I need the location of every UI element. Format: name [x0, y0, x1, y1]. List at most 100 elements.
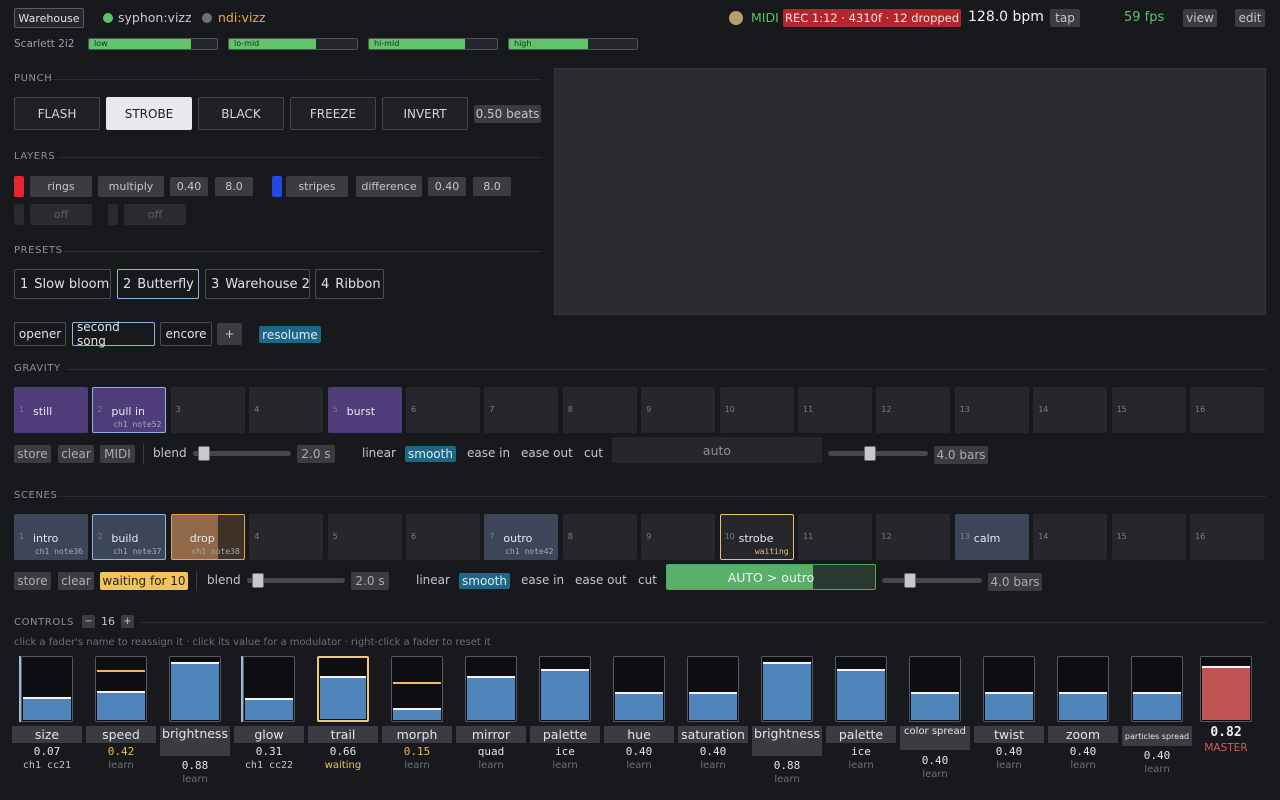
scenes-pad[interactable]: 3 drop ch1 note38 [170, 514, 245, 560]
scenes-pad[interactable]: 6 [406, 514, 480, 560]
gravity-midi-button[interactable]: MIDI [100, 445, 135, 463]
gravity-blend-knob[interactable] [197, 446, 210, 461]
output-target-badge[interactable]: resolume [259, 326, 321, 343]
fader-mapping[interactable]: ch1 cc22 [234, 760, 304, 771]
fader[interactable] [835, 656, 887, 722]
fader[interactable] [909, 656, 961, 722]
gravity-bars-knob[interactable] [863, 446, 876, 461]
gravity-pad[interactable]: 2 pull in ch1 note52 [92, 387, 167, 433]
gravity-curve-smooth[interactable]: smooth [405, 446, 456, 462]
gravity-blend-value[interactable]: 2.0 s [297, 445, 335, 463]
scenes-pad[interactable]: 14 [1033, 514, 1108, 560]
gravity-pad[interactable]: 4 [249, 387, 324, 433]
fader-value[interactable]: ice [826, 745, 896, 758]
layer-opacity-value[interactable]: 0.40 [428, 177, 466, 196]
scenes-pad[interactable]: 7 outro ch1 note42 [484, 514, 559, 560]
layer-speed-value[interactable]: 8.0 [215, 177, 253, 196]
scenes-pad[interactable]: 15 [1111, 514, 1186, 560]
fader-value[interactable]: ice [530, 745, 600, 758]
fader-value[interactable]: 0.31 [234, 745, 304, 758]
tap-button[interactable]: tap [1050, 9, 1080, 27]
fader-mapping[interactable]: learn [160, 774, 230, 785]
scenes-bars-value[interactable]: 4.0 bars [988, 573, 1042, 591]
scenes-pad[interactable]: 4 [249, 514, 324, 560]
scenes-pad[interactable]: 12 [876, 514, 951, 560]
scenes-curve-linear[interactable]: linear [416, 573, 450, 587]
fader[interactable] [21, 656, 73, 722]
fader[interactable] [539, 656, 591, 722]
fader[interactable] [1057, 656, 1109, 722]
rec-status[interactable]: REC 1:12 · 4310f · 12 dropped [783, 9, 961, 27]
fader[interactable] [317, 656, 369, 722]
fader-mapping[interactable]: learn [752, 774, 822, 785]
gravity-pad[interactable]: 16 [1190, 387, 1264, 433]
fader-value[interactable]: 0.40 [604, 745, 674, 758]
fader[interactable] [169, 656, 221, 722]
fader-name-button[interactable]: trail [308, 726, 378, 743]
layer-name-button[interactable]: rings [30, 176, 92, 197]
gravity-pad[interactable]: 1 still [14, 387, 88, 433]
fader-mapping[interactable]: learn [826, 760, 896, 771]
gravity-pad[interactable]: 6 [406, 387, 480, 433]
master-value[interactable]: 0.82 [1191, 725, 1261, 740]
fader-name-button[interactable]: speed [86, 726, 156, 743]
fader-mapping[interactable]: learn [900, 769, 970, 780]
gravity-bars-track[interactable] [828, 451, 928, 456]
punch-strobe-button[interactable]: STROBE [106, 97, 192, 130]
fader-value[interactable]: 0.40 [1048, 745, 1118, 758]
setlist-item[interactable]: opener [14, 322, 66, 346]
fader-name-button[interactable]: hue [604, 726, 674, 743]
punch-beats-value[interactable]: 0.50 beats [474, 105, 541, 123]
scenes-blend-value[interactable]: 2.0 s [351, 572, 389, 590]
gravity-pad[interactable]: 11 [798, 387, 872, 433]
layer-speed-value[interactable]: 8.0 [473, 177, 511, 196]
fader[interactable] [391, 656, 443, 722]
output-syphon[interactable]: syphon:vizz [118, 10, 192, 25]
fader-value[interactable]: 0.88 [160, 759, 230, 772]
gravity-curve-linear[interactable]: linear [362, 446, 396, 460]
fader[interactable] [243, 656, 295, 722]
gravity-bars-value[interactable]: 4.0 bars [934, 446, 988, 464]
scenes-pad[interactable]: 16 [1190, 514, 1264, 560]
preset-button[interactable]: 2 Butterfly [117, 269, 199, 299]
fader-name-button[interactable]: glow [234, 726, 304, 743]
scenes-pad[interactable]: 2 build ch1 note37 [92, 514, 167, 560]
scenes-clear-button[interactable]: clear [58, 572, 94, 590]
fader-mapping[interactable]: learn [530, 760, 600, 771]
punch-freeze-button[interactable]: FREEZE [290, 97, 376, 130]
fader-value[interactable]: 0.66 [308, 745, 378, 758]
gravity-pad[interactable]: 14 [1033, 387, 1108, 433]
preset-button[interactable]: 1 Slow bloom [14, 269, 111, 299]
scenes-curve-cut[interactable]: cut [638, 573, 657, 587]
fader-name-button[interactable]: color spread [900, 726, 970, 750]
scenes-bars-track[interactable] [882, 578, 982, 583]
scenes-auto-button[interactable]: AUTO > outro [666, 564, 876, 590]
fader-name-button[interactable]: mirror [456, 726, 526, 743]
fader-value[interactable]: 0.40 [678, 745, 748, 758]
fader-mapping[interactable]: learn [382, 760, 452, 771]
master-fader[interactable] [1200, 656, 1252, 722]
punch-black-button[interactable]: BLACK [198, 97, 284, 130]
edit-button[interactable]: edit [1235, 9, 1265, 27]
fader-name-button[interactable]: brightness [160, 726, 230, 756]
fader[interactable] [613, 656, 665, 722]
gravity-pad[interactable]: 10 [719, 387, 794, 433]
fader[interactable] [983, 656, 1035, 722]
fader-mapping[interactable]: learn [456, 760, 526, 771]
gravity-pad[interactable]: 7 [484, 387, 559, 433]
setlist-item[interactable]: second song [72, 320, 155, 348]
fader-mapping[interactable]: learn [86, 760, 156, 771]
fader[interactable] [1131, 656, 1183, 722]
fader-value[interactable]: 0.42 [86, 745, 156, 758]
layer-name-button[interactable]: stripes [286, 176, 348, 197]
scenes-pad[interactable]: 11 [798, 514, 872, 560]
gravity-pad[interactable]: 5 burst [327, 387, 402, 433]
controls-increase-button[interactable]: + [121, 615, 134, 628]
scenes-pad[interactable]: 9 [641, 514, 716, 560]
layer-off-button[interactable]: off [124, 204, 186, 225]
scenes-pad[interactable]: 8 [562, 514, 637, 560]
gravity-store-button[interactable]: store [14, 445, 51, 463]
layer-color-swatch[interactable] [14, 204, 24, 225]
layer-color-swatch[interactable] [14, 176, 24, 197]
gravity-pad[interactable]: 12 [876, 387, 951, 433]
